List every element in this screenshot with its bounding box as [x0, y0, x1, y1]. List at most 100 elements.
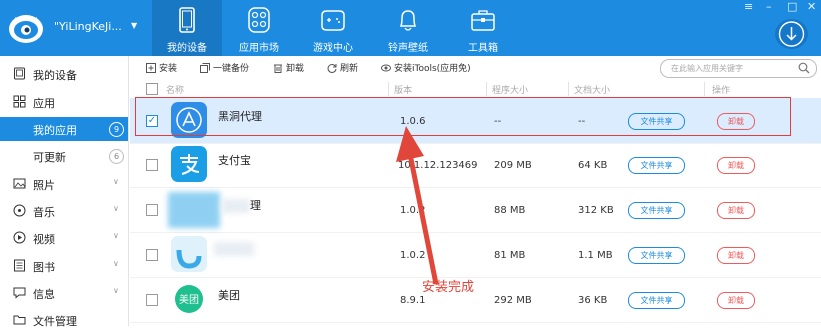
maximize-icon[interactable]: □ — [787, 0, 797, 13]
sidebar-item-photos[interactable]: 照片 ∨ — [0, 172, 128, 196]
column-divider — [704, 82, 705, 96]
close-icon[interactable]: ✕ — [807, 0, 816, 13]
sidebar-item-label: 我的应用 — [33, 124, 77, 137]
app-version: 8.9.1 — [400, 295, 426, 306]
backup-button[interactable]: 一键备份 — [200, 61, 249, 74]
svg-text:美团: 美团 — [179, 293, 199, 306]
table-row[interactable]: 美团 美团 8.9.1 292 MB 36 KB 文件共享 卸载 — [130, 277, 821, 323]
column-name[interactable]: 名称 — [166, 83, 184, 96]
sidebar-item-label: 视频 — [33, 233, 55, 246]
sidebar-item-updatable[interactable]: 可更新 6 — [0, 144, 128, 168]
file-share-button[interactable]: 文件共享 — [628, 202, 685, 219]
uninstall-button[interactable]: 卸载 — [273, 61, 304, 74]
folder-icon — [13, 315, 26, 325]
uninstall-app-button[interactable]: 卸载 — [717, 157, 755, 174]
chevron-down-icon: ∨ — [113, 286, 119, 295]
app-search-input[interactable]: 在此输入应用关键字 — [660, 59, 817, 78]
photo-icon — [13, 178, 26, 189]
row-checkbox[interactable] — [146, 294, 158, 306]
alipay-icon — [171, 146, 207, 182]
app-program-size: 292 MB — [494, 295, 532, 306]
bell-icon — [399, 10, 417, 31]
sidebar-item-music[interactable]: 音乐 ∨ — [0, 199, 128, 223]
itools-logo-icon — [9, 15, 43, 43]
plus-icon — [146, 63, 156, 73]
install-itools-label: 安装iTools(应用免) — [394, 64, 471, 74]
uninstall-app-button[interactable]: 卸载 — [717, 247, 755, 264]
nav-my-device[interactable]: 我的设备 — [152, 0, 222, 56]
tablet-icon — [179, 7, 195, 33]
sidebar-item-messages[interactable]: 信息 ∨ — [0, 281, 128, 305]
highlight-box — [135, 97, 791, 136]
refresh-label: 刷新 — [340, 64, 359, 74]
annotation-text: 安装完成 — [422, 280, 475, 295]
backup-label: 一键备份 — [213, 64, 250, 74]
uninstall-app-button[interactable]: 卸载 — [717, 202, 755, 219]
chevron-down-icon: ∨ — [113, 204, 119, 213]
nav-label: 应用市场 — [239, 43, 279, 54]
blurred-app-name — [214, 242, 254, 256]
blurred-app-icon — [171, 236, 207, 272]
account-dropdown-icon[interactable]: ▼ — [131, 21, 137, 30]
table-row[interactable]: 支付宝 10.1.12.123469 209 MB 64 KB 文件共享 卸载 — [130, 142, 821, 188]
nav-app-market[interactable]: 应用市场 — [224, 0, 294, 56]
sidebar-item-videos[interactable]: 视频 ∨ — [0, 226, 128, 250]
row-checkbox[interactable] — [146, 204, 158, 216]
sidebar: 我的设备 应用 我的应用 9 可更新 6 照片 ∨ 音乐 ∨ 视频 ∨ 图书 ∨… — [0, 56, 129, 328]
trash-icon — [274, 64, 282, 73]
book-icon — [14, 259, 25, 272]
uninstall-app-button[interactable]: 卸载 — [717, 292, 755, 309]
row-checkbox[interactable] — [146, 159, 158, 171]
sidebar-item-label: 图书 — [33, 261, 55, 274]
row-checkbox[interactable] — [146, 249, 158, 261]
install-label: 安装 — [159, 64, 178, 74]
file-share-button[interactable]: 文件共享 — [628, 292, 685, 309]
search-placeholder: 在此输入应用关键字 — [671, 64, 743, 73]
column-divider — [486, 82, 487, 96]
sidebar-item-my-apps[interactable]: 我的应用 9 — [0, 117, 128, 141]
file-share-button[interactable]: 文件共享 — [628, 247, 685, 264]
column-doc-size[interactable]: 文档大小 — [574, 83, 610, 96]
search-icon[interactable] — [798, 62, 810, 74]
refresh-button[interactable]: 刷新 — [327, 61, 358, 74]
video-icon — [13, 231, 26, 244]
column-version[interactable]: 版本 — [394, 83, 412, 96]
menu-icon[interactable]: ≡ — [744, 0, 753, 13]
sidebar-item-my-device[interactable]: 我的设备 — [0, 62, 128, 86]
device-icon — [14, 67, 25, 80]
minimize-icon[interactable]: – — [766, 0, 772, 13]
app-doc-size: 36 KB — [578, 295, 608, 306]
blurred-app-icon — [168, 192, 220, 228]
app-doc-size: 312 KB — [578, 205, 614, 216]
column-program-size[interactable]: 程序大小 — [492, 83, 528, 96]
sidebar-item-label: 可更新 — [33, 151, 66, 164]
nav-label: 工具箱 — [468, 43, 498, 54]
refresh-icon — [327, 64, 337, 73]
select-all-checkbox[interactable] — [146, 83, 158, 95]
file-share-button[interactable]: 文件共享 — [628, 157, 685, 174]
table-row[interactable]: 1.0.2 81 MB 1.1 MB 文件共享 卸载 — [130, 232, 821, 278]
install-button[interactable]: 安装 — [146, 61, 177, 74]
nav-label: 游戏中心 — [313, 43, 353, 54]
column-divider — [388, 82, 389, 96]
message-icon — [13, 287, 26, 299]
account-name[interactable]: "YiLingKeJi... — [54, 20, 122, 33]
toolbox-icon — [471, 10, 495, 31]
table-row[interactable]: 理 1.0.2 88 MB 312 KB 文件共享 卸载 — [130, 187, 821, 233]
nav-game-center[interactable]: 游戏中心 — [298, 0, 368, 56]
sidebar-item-books[interactable]: 图书 ∨ — [0, 254, 128, 278]
nav-ringtone-wallpaper[interactable]: 铃声壁纸 — [373, 0, 443, 56]
install-itools-button[interactable]: 安装iTools(应用免) — [381, 61, 471, 74]
nav-toolbox[interactable]: 工具箱 — [448, 0, 518, 56]
top-bar: "YiLingKeJi... ▼ 我的设备 应用市场 游戏中心 铃声壁纸 工具箱… — [0, 0, 821, 56]
sidebar-item-label: 文件管理 — [33, 315, 77, 328]
sidebar-item-files[interactable]: 文件管理 — [0, 308, 128, 332]
uninstall-label: 卸载 — [286, 64, 305, 74]
app-program-size: 81 MB — [494, 250, 526, 261]
apps-icon — [13, 95, 26, 108]
nav-label: 铃声壁纸 — [388, 43, 428, 54]
nav-label: 我的设备 — [167, 43, 207, 54]
download-manager-button[interactable] — [775, 19, 808, 49]
sidebar-item-apps[interactable]: 应用 — [0, 90, 128, 114]
count-badge: 9 — [109, 122, 124, 137]
